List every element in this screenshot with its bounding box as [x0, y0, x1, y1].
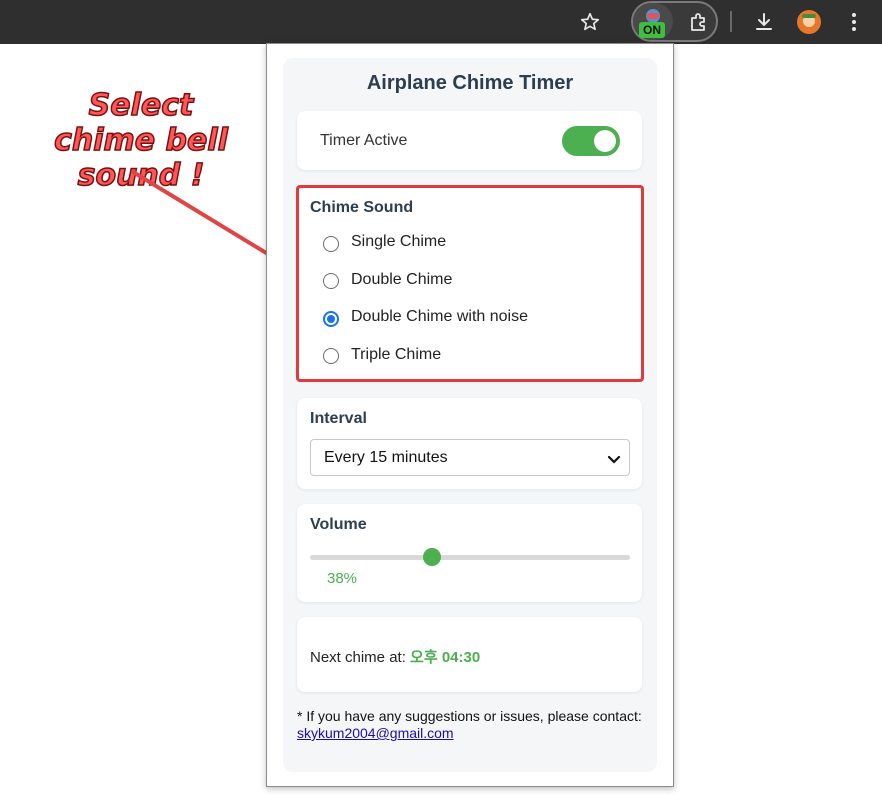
contact-email-link[interactable]: skykum2004@gmail.com — [297, 725, 454, 741]
toolbar-separator — [730, 11, 732, 32]
timer-active-label: Timer Active — [320, 132, 408, 149]
radio-double-chime[interactable] — [323, 273, 339, 289]
radio-label-double[interactable]: Double Chime — [351, 271, 452, 289]
radio-triple-chime[interactable] — [323, 348, 339, 364]
annotation-text: Select chime bell sound ! — [53, 87, 228, 194]
next-chime-row: Next chime at: 오후 04:30 — [310, 646, 480, 667]
radio-single-chime[interactable] — [323, 236, 339, 252]
volume-value: 38% — [327, 570, 358, 587]
radio-label-double-noise[interactable]: Double Chime with noise — [351, 308, 528, 326]
radio-double-chime-noise[interactable] — [323, 311, 339, 327]
volume-heading: Volume — [310, 516, 367, 533]
toggle-knob — [594, 130, 616, 152]
radio-label-triple[interactable]: Triple Chime — [351, 346, 441, 364]
footer-text: * If you have any suggestions or issues,… — [297, 708, 642, 724]
next-chime-time: 오후 04:30 — [410, 649, 481, 666]
download-icon[interactable] — [751, 9, 777, 35]
volume-slider-thumb[interactable] — [422, 548, 441, 566]
volume-slider-track[interactable] — [310, 555, 630, 560]
popup-title: Airplane Chime Timer — [366, 72, 574, 94]
interval-heading: Interval — [310, 410, 367, 427]
timer-toggle[interactable] — [562, 126, 620, 156]
interval-value: Every 15 minutes — [324, 449, 448, 466]
interval-select[interactable]: Every 15 minutes — [310, 439, 630, 476]
avatar-icon[interactable] — [796, 9, 822, 35]
next-chime-label: Next chime at: — [310, 649, 406, 666]
chime-heading: Chime Sound — [310, 199, 414, 216]
radio-label-single[interactable]: Single Chime — [351, 233, 446, 251]
more-menu-icon[interactable] — [841, 9, 867, 35]
on-badge: ON — [639, 22, 665, 38]
footer-note: * If you have any suggestions or issues,… — [297, 708, 642, 742]
puzzle-icon[interactable] — [686, 9, 712, 35]
browser-toolbar — [0, 0, 882, 44]
star-icon[interactable] — [577, 9, 603, 35]
chevron-down-icon — [607, 452, 621, 470]
